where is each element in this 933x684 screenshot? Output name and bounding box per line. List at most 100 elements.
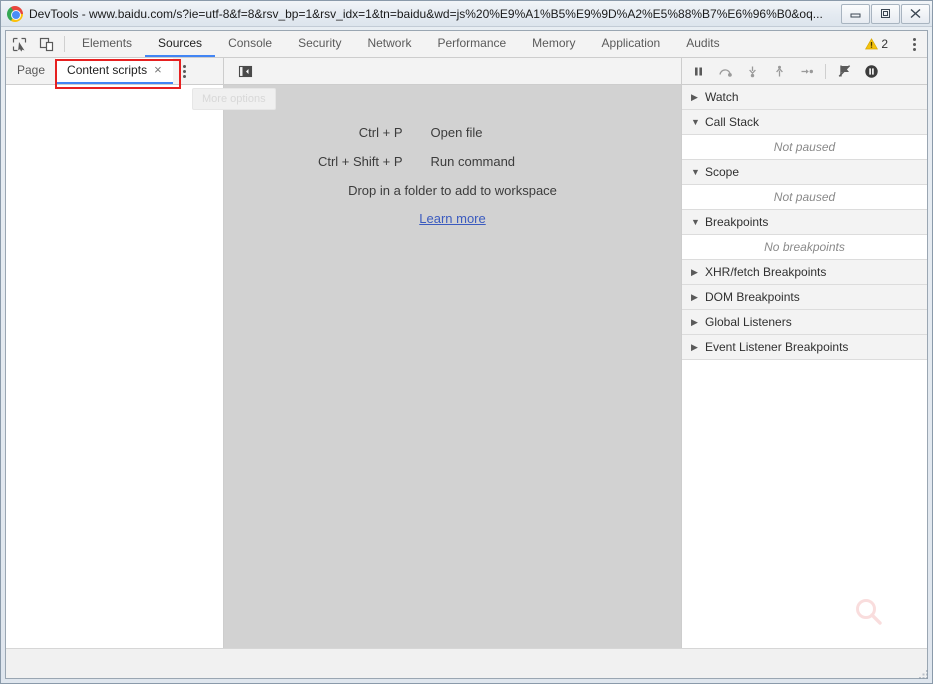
device-toolbar-icon[interactable] xyxy=(33,31,60,57)
status-bar xyxy=(6,648,927,678)
section-label: Breakpoints xyxy=(705,215,769,229)
devtools-main-toolbar: Elements Sources Console Security Networ… xyxy=(6,31,927,58)
sidebar-section-xhr-breakpoints[interactable]: ▶ XHR/fetch Breakpoints xyxy=(682,260,927,285)
tab-network[interactable]: Network xyxy=(354,31,424,57)
minimize-button[interactable] xyxy=(841,3,870,24)
breakpoints-empty-message: No breakpoints xyxy=(682,235,927,260)
tab-label: Memory xyxy=(532,36,576,50)
section-label: Scope xyxy=(705,165,740,179)
debugger-controls-toolbar xyxy=(682,58,927,85)
devtools-tab-list: Elements Sources Console Security Networ… xyxy=(69,31,859,57)
chrome-logo-icon xyxy=(7,5,23,22)
chevron-right-icon: ▶ xyxy=(691,266,698,277)
debugger-sidebar: ▶ Watch ▼ Call Stack Not paused ▼ Scope … xyxy=(682,58,927,648)
maximize-button[interactable] xyxy=(871,3,900,24)
shortcut-row: Ctrl + P Open file xyxy=(283,125,623,140)
window-title: DevTools - www.baidu.com/s?ie=utf-8&f=8&… xyxy=(29,6,823,21)
chevron-right-icon: ▶ xyxy=(691,316,698,327)
sidebar-section-watch[interactable]: ▶ Watch xyxy=(682,85,927,110)
chevron-down-icon: ▼ xyxy=(691,216,700,227)
learn-more-link[interactable]: Learn more xyxy=(419,211,485,226)
kebab-dots xyxy=(183,64,187,78)
scope-empty-message: Not paused xyxy=(682,185,927,210)
shortcut-row: Ctrl + Shift + P Run command xyxy=(283,154,623,169)
step-out-button[interactable] xyxy=(767,60,792,83)
close-button[interactable] xyxy=(901,3,930,24)
tab-sources[interactable]: Sources xyxy=(145,31,216,57)
step-into-button[interactable] xyxy=(740,60,765,83)
navigator-tab-label: Page xyxy=(17,63,46,77)
chevron-down-icon: ▼ xyxy=(691,116,700,127)
navigator-tab-content-scripts[interactable]: Content scripts × xyxy=(56,58,173,84)
toolbar-divider xyxy=(64,36,65,52)
section-label: XHR/fetch Breakpoints xyxy=(705,265,827,279)
tab-label: Network xyxy=(367,36,412,50)
tab-label: Console xyxy=(228,36,273,50)
warning-triangle-icon xyxy=(865,38,879,50)
shortcut-description: Run command xyxy=(430,154,516,169)
section-label: Event Listener Breakpoints xyxy=(705,340,849,354)
section-label: Call Stack xyxy=(705,115,760,129)
tab-audits[interactable]: Audits xyxy=(673,31,732,57)
resize-grip-icon[interactable] xyxy=(917,668,930,681)
tab-label: Sources xyxy=(158,36,203,50)
tab-label: Audits xyxy=(686,36,720,50)
tab-security[interactable]: Security xyxy=(285,31,354,57)
tab-console[interactable]: Console xyxy=(215,31,285,57)
toolbar-right-group: 2 xyxy=(859,31,927,57)
devtools-panel: Elements Sources Console Security Networ… xyxy=(5,30,928,679)
inspect-element-icon[interactable] xyxy=(6,31,33,57)
chevron-right-icon: ▶ xyxy=(691,291,698,302)
editor-tab-bar xyxy=(224,58,681,85)
step-button[interactable] xyxy=(794,60,819,83)
warning-count: 2 xyxy=(881,37,888,51)
shortcut-keys: Ctrl + Shift + P xyxy=(317,154,403,169)
kebab-dots xyxy=(912,37,916,51)
warning-indicator[interactable]: 2 xyxy=(859,37,894,51)
tab-application[interactable]: Application xyxy=(589,31,674,57)
chevron-down-icon: ▼ xyxy=(691,166,700,177)
toolbar-divider xyxy=(825,63,826,79)
resume-pause-button[interactable] xyxy=(686,60,711,83)
editor-pane: Ctrl + P Open file Ctrl + Shift + P Run … xyxy=(224,58,682,648)
pause-on-exceptions-button[interactable] xyxy=(859,60,884,83)
navigator-file-list[interactable] xyxy=(6,85,223,648)
editor-empty-state: Ctrl + P Open file Ctrl + Shift + P Run … xyxy=(224,85,681,648)
workspace-drop-hint: Drop in a folder to add to workspace xyxy=(348,183,557,198)
call-stack-empty-message: Not paused xyxy=(682,135,927,160)
deactivate-breakpoints-button[interactable] xyxy=(832,60,857,83)
sidebar-section-breakpoints[interactable]: ▼ Breakpoints xyxy=(682,210,927,235)
section-label: DOM Breakpoints xyxy=(705,290,800,304)
sidebar-empty-area xyxy=(682,360,927,648)
application-window: DevTools - www.baidu.com/s?ie=utf-8&f=8&… xyxy=(0,0,933,684)
tab-label: Application xyxy=(601,36,661,50)
chevron-right-icon: ▶ xyxy=(691,91,698,102)
collapse-sidebar-icon[interactable] xyxy=(232,65,259,78)
sidebar-section-dom-breakpoints[interactable]: ▶ DOM Breakpoints xyxy=(682,285,927,310)
tab-label: Security xyxy=(298,36,342,50)
navigator-tab-label: Content scripts xyxy=(67,63,148,77)
sidebar-section-call-stack[interactable]: ▼ Call Stack xyxy=(682,110,927,135)
navigator-pane: Page Content scripts × More options xyxy=(6,58,276,648)
shortcut-description: Open file xyxy=(430,125,483,140)
tab-memory[interactable]: Memory xyxy=(519,31,588,57)
sources-panel-body: Page Content scripts × More options Ctrl… xyxy=(6,58,927,648)
section-label: Global Listeners xyxy=(705,315,792,329)
navigator-tab-page[interactable]: Page xyxy=(6,58,56,84)
tab-label: Performance xyxy=(437,36,507,50)
step-over-button[interactable] xyxy=(713,60,738,83)
close-icon[interactable]: × xyxy=(154,63,162,76)
shortcut-keys: Ctrl + P xyxy=(358,125,403,140)
sidebar-section-event-listener-breakpoints[interactable]: ▶ Event Listener Breakpoints xyxy=(682,335,927,360)
tab-label: Elements xyxy=(82,36,133,50)
tab-performance[interactable]: Performance xyxy=(424,31,519,57)
navigator-more-options-icon[interactable] xyxy=(173,58,197,84)
sidebar-section-scope[interactable]: ▼ Scope xyxy=(682,160,927,185)
search-watermark-icon xyxy=(856,599,882,625)
title-bar: DevTools - www.baidu.com/s?ie=utf-8&f=8&… xyxy=(1,1,932,27)
kebab-menu-icon[interactable] xyxy=(903,37,925,51)
more-options-tooltip: More options xyxy=(192,88,276,110)
section-label: Watch xyxy=(705,90,739,104)
tab-elements[interactable]: Elements xyxy=(69,31,145,57)
sidebar-section-global-listeners[interactable]: ▶ Global Listeners xyxy=(682,310,927,335)
